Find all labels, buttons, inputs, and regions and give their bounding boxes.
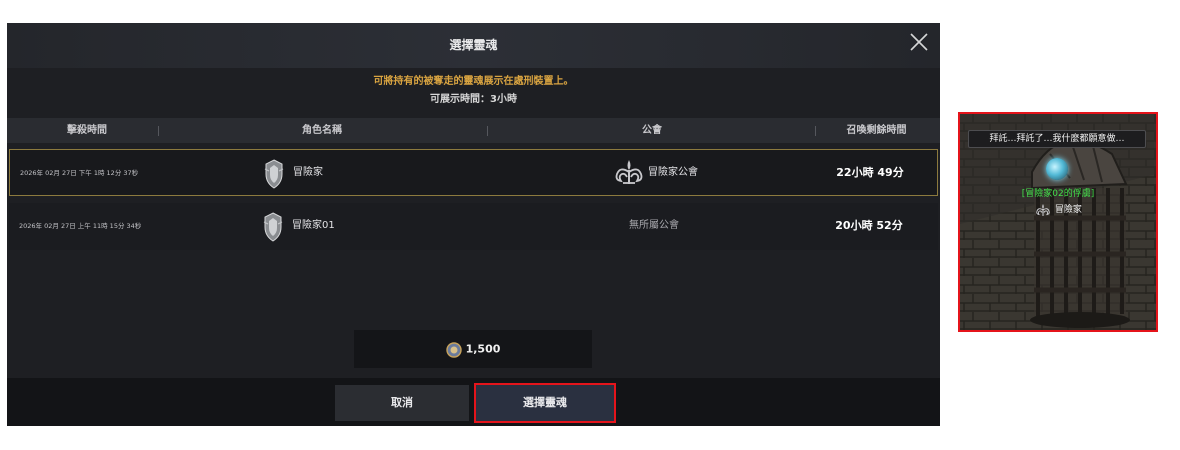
remaining-time: 20小時 52分: [835, 219, 903, 232]
character-class-icon: [263, 212, 283, 242]
cost-value: 1,500: [465, 342, 501, 356]
column-divider: [815, 126, 816, 136]
dialog-title: 選擇靈魂: [449, 38, 498, 52]
column-divider: [158, 126, 159, 136]
close-icon: [910, 33, 928, 51]
character-class-icon: [264, 159, 284, 189]
execution-device-preview: 拜託…拜託了…我什麼都願意做… [冒險家02的俘虜] 冒險家: [958, 112, 1158, 332]
dialog-footer: 取消 選擇靈魂: [7, 378, 940, 426]
notice: 可將持有的被奪走的靈魂展示在處刑裝置上。 可展示時間：3小時: [7, 73, 940, 109]
column-header-guild: 公會: [642, 125, 662, 136]
kill-time: 2026年 02月 27日 上午 11時 15分 34秒: [19, 222, 142, 230]
guild-cell: 冒險家公會: [540, 150, 770, 195]
cost-display: 1,500: [354, 330, 592, 368]
soul-orb-icon: [1046, 158, 1068, 180]
speech-bubble: 拜託…拜託了…我什麼都願意做…: [968, 130, 1146, 148]
coin-icon: [445, 341, 462, 358]
close-button[interactable]: [908, 31, 930, 53]
select-soul-button[interactable]: 選擇靈魂: [474, 383, 616, 423]
table-row[interactable]: 2026年 02月 27日 下午 1時 12分 37秒 冒險家 冒險家公會 22…: [9, 149, 938, 196]
select-soul-dialog: 選擇靈魂 可將持有的被奪走的靈魂展示在處刑裝置上。 可展示時間：3小時 擊殺時間…: [7, 23, 940, 426]
remaining-time: 22小時 49分: [836, 166, 904, 179]
guild-name: 冒險家公會: [648, 167, 698, 178]
kill-time: 2026年 02月 27日 下午 1時 12分 37秒: [20, 169, 139, 177]
captive-name-row: 冒險家: [960, 202, 1156, 217]
cancel-button[interactable]: 取消: [335, 385, 469, 421]
table-header: 擊殺時間 角色名稱 公會 召喚剩餘時間: [7, 118, 940, 143]
captive-label: [冒險家02的俘虜]: [1021, 189, 1095, 199]
notice-line-1: 可將持有的被奪走的靈魂展示在處刑裝置上。: [373, 76, 574, 87]
column-header-remaining-time: 召喚剩餘時間: [846, 125, 907, 136]
guild-emblem-icon: [1036, 203, 1050, 216]
character-name: 冒險家01: [292, 220, 335, 231]
guild-name: 無所屬公會: [629, 220, 679, 231]
table-row[interactable]: 2026年 02月 27日 上午 11時 15分 34秒 冒險家01 無所屬公會…: [9, 203, 938, 250]
notice-line-2: 可展示時間：3小時: [430, 94, 517, 105]
character-name: 冒險家: [293, 167, 323, 178]
guild-emblem-icon: [615, 160, 643, 184]
column-header-character: 角色名稱: [302, 125, 342, 136]
column-header-kill-time: 擊殺時間: [67, 125, 107, 136]
column-divider: [487, 126, 488, 136]
captive-name: 冒險家: [1054, 205, 1082, 215]
